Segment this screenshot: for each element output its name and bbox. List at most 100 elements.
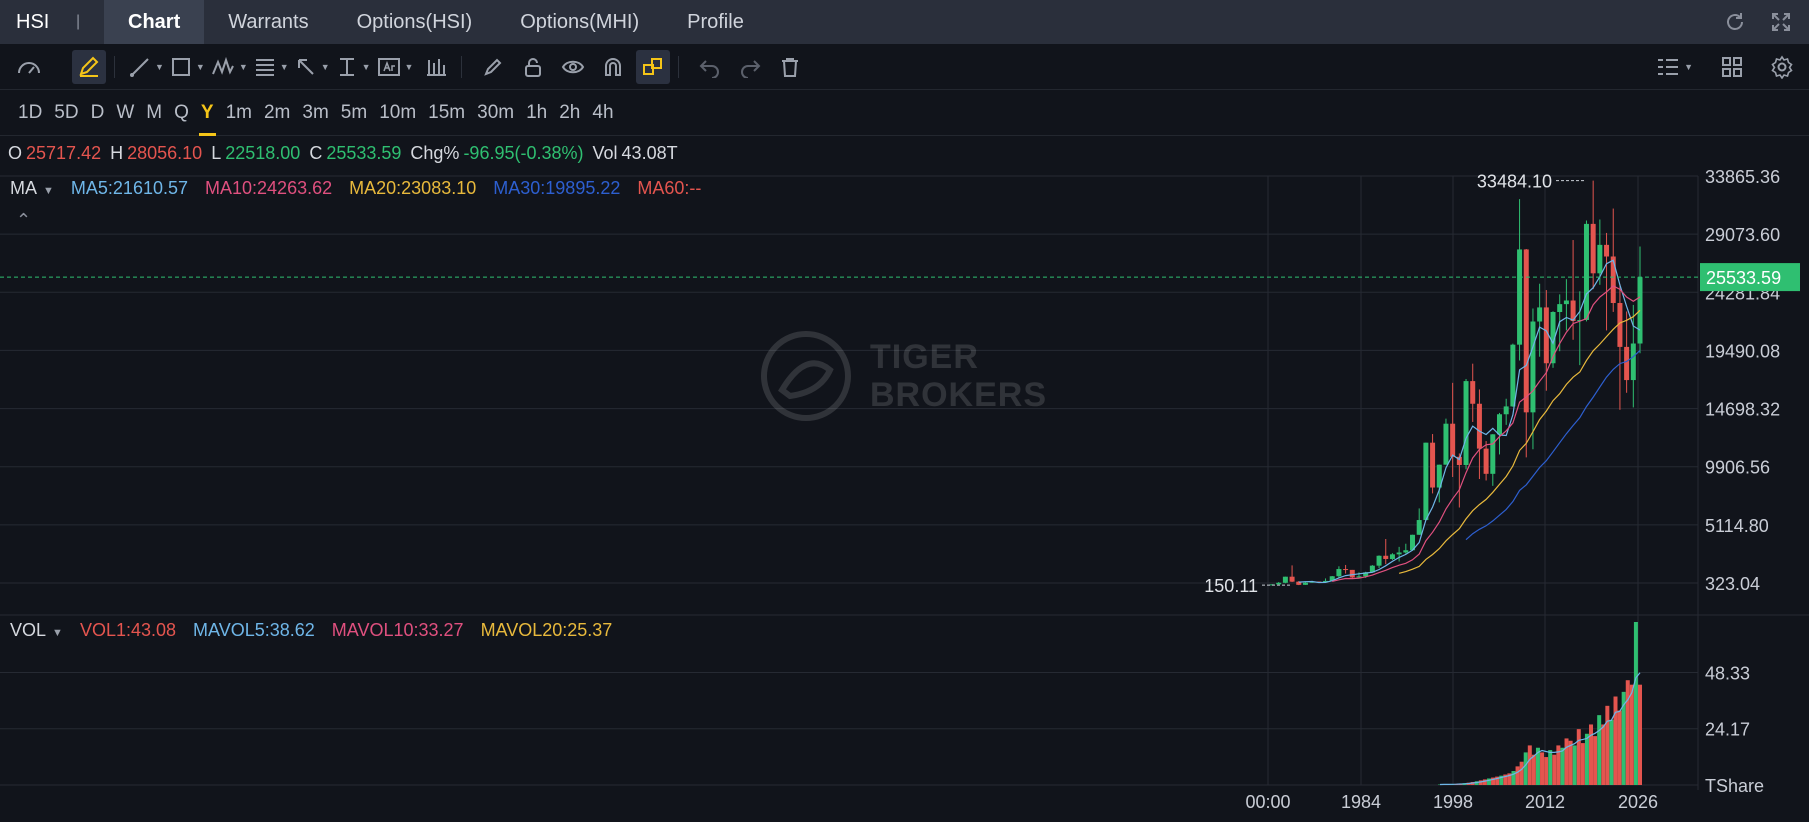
- change-value: -96.95(-0.38%): [463, 143, 584, 163]
- collapse-chevron-icon[interactable]: ⌃: [16, 210, 31, 231]
- period-1h[interactable]: 1h: [526, 90, 547, 136]
- volume-bar: [1617, 710, 1622, 785]
- text-tool-icon[interactable]: ▼: [377, 50, 413, 84]
- ma-indicator-label[interactable]: MA: [10, 178, 37, 198]
- refresh-icon[interactable]: [1723, 10, 1747, 34]
- fib-tool-icon[interactable]: ▼: [254, 50, 289, 84]
- tab-options-hsi[interactable]: Options(HSI): [333, 0, 497, 44]
- volume-bar: [1531, 754, 1536, 785]
- period-y[interactable]: Y: [198, 90, 216, 136]
- tab-options-mhi[interactable]: Options(MHI): [496, 0, 663, 44]
- rectangle-tool-icon[interactable]: ▼: [170, 50, 205, 84]
- candle-body: [1349, 569, 1355, 578]
- candle-body: [1423, 442, 1429, 521]
- volume-bar: [1564, 738, 1569, 785]
- period-5d[interactable]: 5D: [54, 90, 78, 136]
- volume-bar: [1625, 680, 1630, 785]
- candle-body: [1389, 554, 1395, 559]
- ma20-value: MA20:23083.10: [349, 178, 477, 198]
- candle-body: [1590, 223, 1596, 274]
- pen-icon[interactable]: [72, 49, 106, 84]
- period-2m[interactable]: 2m: [264, 90, 290, 136]
- time-tick-label: 1984: [1341, 792, 1381, 812]
- period-1d[interactable]: 1D: [18, 90, 42, 136]
- period-30m[interactable]: 30m: [477, 90, 514, 136]
- link-icon[interactable]: [636, 49, 671, 84]
- candle-body: [1530, 321, 1536, 413]
- period-3m[interactable]: 3m: [302, 90, 328, 136]
- tab-chart[interactable]: Chart: [104, 0, 205, 44]
- period-1m[interactable]: 1m: [226, 90, 252, 136]
- candle-body: [1376, 555, 1382, 566]
- magnet-icon[interactable]: [596, 50, 630, 84]
- volume-bar: [1638, 684, 1642, 785]
- close-value: 25533.59: [326, 143, 402, 163]
- watermark-line1: TIGER: [870, 338, 979, 376]
- period-2h[interactable]: 2h: [559, 90, 580, 136]
- candle-body: [1517, 249, 1523, 345]
- price-tick-label: 33865.36: [1705, 167, 1780, 187]
- period-d[interactable]: D: [91, 90, 105, 136]
- watermark-line2: BROKERS: [870, 376, 1048, 414]
- high-value: 28056.10: [127, 143, 203, 163]
- period-10m[interactable]: 10m: [379, 90, 416, 136]
- line-tool-icon[interactable]: ▼: [129, 50, 164, 84]
- unlock-icon[interactable]: [516, 50, 550, 84]
- volume-bar: [1597, 715, 1602, 785]
- volume-bar: [1589, 724, 1594, 785]
- last-price-label: 25533.59: [1706, 268, 1781, 288]
- vol-dropdown-icon[interactable]: ▼: [52, 627, 63, 639]
- change-label: Chg%: [410, 143, 460, 163]
- vol-indicator-label[interactable]: VOL: [10, 620, 46, 640]
- candle-body: [1523, 249, 1529, 413]
- period-q[interactable]: Q: [174, 90, 189, 136]
- volume-tick-label: 24.17: [1705, 720, 1750, 740]
- period-bar: 1D 5D D W M Q Y 1m 2m 3m 5m 10m 15m 30m …: [0, 90, 1809, 136]
- volume-bar: [1609, 719, 1614, 785]
- brush-icon[interactable]: [476, 50, 510, 84]
- volume-bar: [1572, 745, 1577, 785]
- open-value: 25717.42: [26, 143, 102, 163]
- watermark: TIGER BROKERS: [760, 330, 1047, 422]
- candle-body: [1476, 403, 1482, 449]
- time-tick-label: 1998: [1433, 792, 1473, 812]
- pattern-tool-icon[interactable]: ▼: [211, 50, 248, 84]
- ma30-value: MA30:19895.22: [493, 178, 621, 198]
- period-m[interactable]: M: [146, 90, 162, 136]
- low-label: L: [211, 143, 222, 163]
- time-tick-label: 00:00: [1245, 792, 1290, 812]
- candle-body: [1463, 381, 1469, 465]
- trash-icon[interactable]: [773, 50, 807, 84]
- volume-bar: [1523, 752, 1528, 785]
- price-tick-label: 9906.56: [1705, 458, 1770, 478]
- eye-icon[interactable]: [556, 50, 590, 84]
- volume-bar: [1629, 684, 1634, 785]
- indicator-bars-icon[interactable]: [419, 50, 453, 84]
- grid-icon[interactable]: [1715, 50, 1749, 84]
- redo-icon[interactable]: [733, 50, 767, 84]
- tab-warrants[interactable]: Warrants: [204, 0, 332, 44]
- measure-tool-icon[interactable]: ▼: [336, 50, 371, 84]
- gauge-icon[interactable]: [12, 50, 46, 84]
- volume-bar: [1584, 733, 1589, 785]
- volume-bar: [1568, 740, 1573, 785]
- layout-list-icon[interactable]: ▼: [1656, 50, 1693, 84]
- period-15m[interactable]: 15m: [428, 90, 465, 136]
- volume-bar: [1519, 761, 1524, 785]
- settings-icon[interactable]: [1765, 50, 1799, 84]
- ma-dropdown-icon[interactable]: ▼: [43, 185, 54, 197]
- period-4h[interactable]: 4h: [592, 90, 613, 136]
- candle-body: [1483, 448, 1489, 474]
- fullscreen-icon[interactable]: [1769, 10, 1793, 34]
- vol1-value: VOL1:43.08: [79, 620, 177, 640]
- undo-icon[interactable]: [693, 50, 727, 84]
- period-5m[interactable]: 5m: [341, 90, 367, 136]
- period-w[interactable]: W: [116, 90, 134, 136]
- candle-body: [1604, 244, 1610, 257]
- tab-profile[interactable]: Profile: [663, 0, 768, 44]
- volume-bar: [1633, 622, 1638, 785]
- volume-bar: [1580, 743, 1585, 785]
- volume-label: Vol: [592, 143, 618, 163]
- mavol20-value: MAVOL20:25.37: [480, 620, 613, 640]
- arrow-tool-icon[interactable]: ▼: [295, 50, 330, 84]
